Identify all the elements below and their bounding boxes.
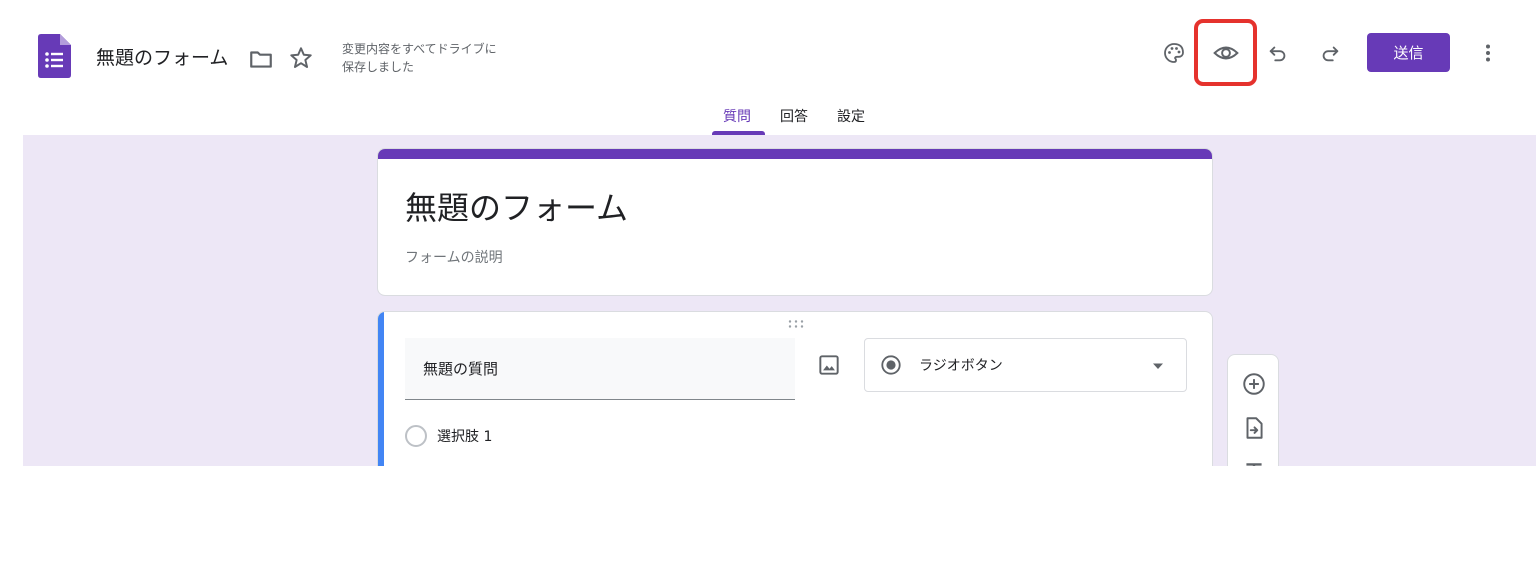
save-status: 変更内容をすべてドライブに 保存しました <box>342 40 542 76</box>
question-title: 無題の質問 <box>423 360 499 378</box>
chevron-down-icon <box>1153 363 1163 369</box>
add-title-icon[interactable] <box>1241 459 1267 466</box>
question-type-label: ラジオボタン <box>919 358 1003 374</box>
drag-handle-icon[interactable] <box>787 319 805 329</box>
star-icon[interactable] <box>288 45 314 71</box>
document-title[interactable]: 無題のフォーム <box>96 43 228 70</box>
title-card-accent <box>378 149 1212 159</box>
save-status-line-2: 保存しました <box>342 60 415 74</box>
more-options-button[interactable] <box>1468 33 1508 73</box>
save-status-line-1: 変更内容をすべてドライブに <box>342 42 497 56</box>
question-type-select[interactable]: ラジオボタン <box>864 338 1187 392</box>
tab-bar: 質問 回答 設定 <box>0 100 1536 135</box>
floating-toolbar <box>1227 354 1279 466</box>
tab-questions[interactable]: 質問 <box>723 106 751 126</box>
redo-icon <box>1322 46 1339 62</box>
google-forms-icon[interactable] <box>38 34 71 78</box>
tab-settings[interactable]: 設定 <box>837 106 865 126</box>
radio-button-icon <box>881 355 901 375</box>
question-title-input[interactable]: 無題の質問 <box>405 338 795 400</box>
folder-icon[interactable] <box>248 46 274 72</box>
form-editor-canvas: 無題のフォーム フォームの説明 無題の質問 ラジオボタン 選択肢 1 <box>23 135 1536 466</box>
send-button[interactable]: 送信 <box>1367 33 1450 72</box>
form-title-card[interactable]: 無題のフォーム フォームの説明 <box>377 148 1213 296</box>
form-description-field[interactable]: フォームの説明 <box>405 247 503 267</box>
import-questions-icon[interactable] <box>1241 415 1267 441</box>
undo-icon <box>1269 46 1286 62</box>
form-title[interactable]: 無題のフォーム <box>405 183 628 229</box>
tab-responses[interactable]: 回答 <box>780 106 808 126</box>
undo-button[interactable] <box>1258 33 1298 73</box>
active-card-indicator <box>378 312 384 466</box>
option-label[interactable]: 選択肢 1 <box>437 426 492 446</box>
add-question-icon[interactable] <box>1241 371 1267 397</box>
preview-highlight-box <box>1194 19 1257 86</box>
image-icon[interactable] <box>816 352 842 378</box>
option-radio-icon[interactable] <box>405 425 427 447</box>
more-vert-icon <box>1486 44 1490 62</box>
palette-icon <box>1164 43 1184 63</box>
question-card[interactable]: 無題の質問 ラジオボタン 選択肢 1 <box>377 311 1213 466</box>
customize-theme-button[interactable] <box>1154 33 1194 73</box>
app-header: 無題のフォーム 変更内容をすべてドライブに 保存しました 送信 質問 回答 設定 <box>0 0 1536 135</box>
redo-button[interactable] <box>1310 33 1350 73</box>
